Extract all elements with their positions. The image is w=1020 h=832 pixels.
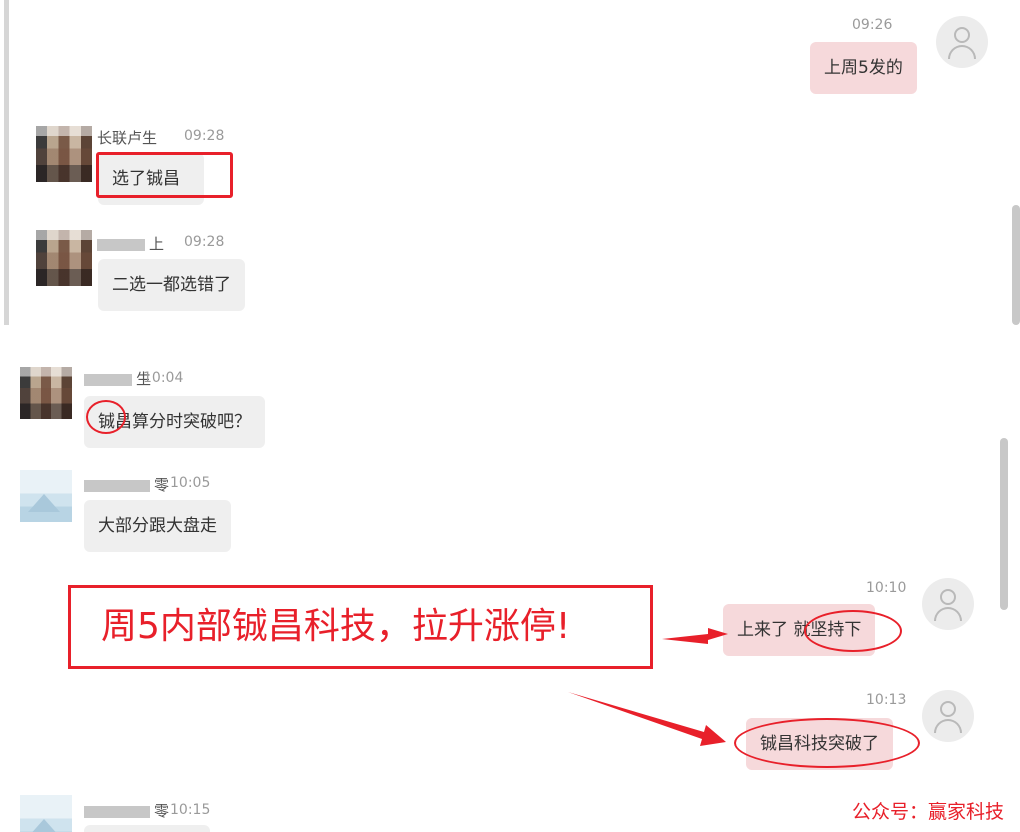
user-avatar-icon[interactable] xyxy=(936,16,988,68)
highlight-box xyxy=(96,152,233,198)
mosaic-avatar[interactable] xyxy=(20,367,72,419)
incoming-message[interactable]: 二选一都选错了 xyxy=(98,259,245,311)
scrollbar-thumb[interactable] xyxy=(1012,205,1020,325)
chat-panel-top: 09:26 上周5发的 长联卢生 09:28 选了铖昌 上 09:28 二选一都… xyxy=(0,0,1020,325)
message-time: 10:04 xyxy=(143,370,184,386)
sender-name: 上 xyxy=(97,233,164,254)
chat-panel-bottom: 生 10:04 铖昌算分时突破吧？ 零 10:05 大部分跟大盘走 10:10 … xyxy=(0,362,1020,832)
message-time: 10:13 xyxy=(866,692,907,708)
message-time: 10:05 xyxy=(170,475,211,491)
message-time: 10:15 xyxy=(170,802,211,818)
annotation-callout: 周5内部铖昌科技，拉升涨停! xyxy=(68,585,653,669)
message-time: 09:28 xyxy=(184,234,225,250)
sender-name: 长联卢生 xyxy=(97,129,158,147)
outgoing-message[interactable]: 上周5发的 xyxy=(810,42,917,94)
incoming-message[interactable]: 大部分跟大盘走 xyxy=(84,500,231,552)
highlight-circle xyxy=(86,400,126,434)
sender-name: 零 xyxy=(84,474,169,495)
image-avatar[interactable] xyxy=(20,795,72,832)
scrollbar-thumb[interactable] xyxy=(1000,438,1008,610)
user-avatar-icon[interactable] xyxy=(922,690,974,742)
panel-separator xyxy=(0,325,1020,362)
message-time: 09:28 xyxy=(184,128,225,144)
highlight-circle xyxy=(804,610,902,652)
message-time: 10:10 xyxy=(866,580,907,596)
highlight-circle xyxy=(734,718,920,768)
mosaic-avatar[interactable] xyxy=(36,126,92,182)
watermark: 公众号：赢家科技 xyxy=(851,801,1004,823)
sender-name: 生 xyxy=(84,368,151,389)
mosaic-avatar[interactable] xyxy=(36,230,92,286)
message-time: 09:26 xyxy=(852,17,893,33)
left-border xyxy=(4,0,9,325)
incoming-message-partial[interactable] xyxy=(84,825,210,832)
image-avatar[interactable] xyxy=(20,470,72,522)
sender-name: 零 xyxy=(84,800,169,821)
user-avatar-icon[interactable] xyxy=(922,578,974,630)
